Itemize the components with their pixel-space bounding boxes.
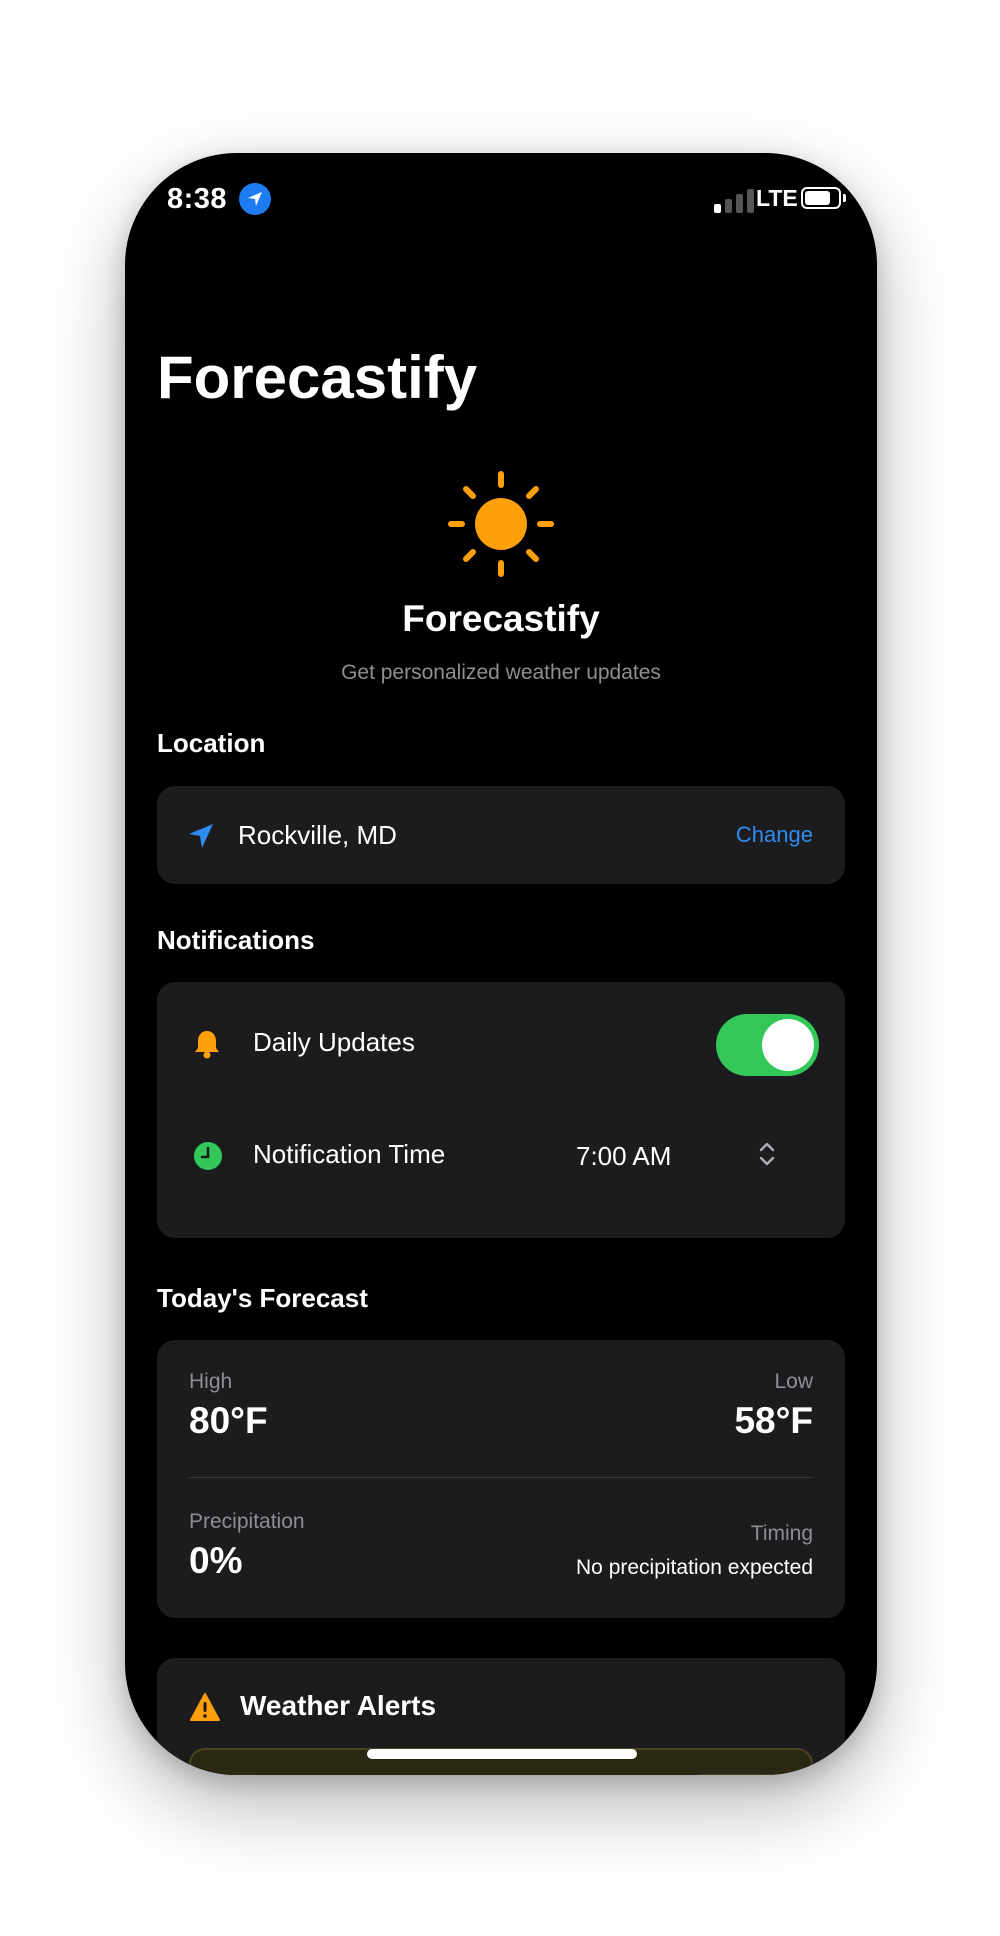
- daily-updates-label: Daily Updates: [253, 1027, 415, 1057]
- location-arrow-icon: [189, 824, 213, 848]
- change-location-button[interactable]: Change: [736, 822, 813, 848]
- notification-time-label: Notification Time: [253, 1139, 446, 1169]
- forecast-divider: [189, 1477, 813, 1478]
- precipitation-label: Precipitation: [189, 1510, 305, 1533]
- low-label: Low: [774, 1370, 813, 1393]
- network-type: LTE: [756, 185, 798, 211]
- warning-icon: [190, 1693, 220, 1721]
- notifications-header: Notifications: [157, 925, 315, 955]
- weather-alerts-title: Weather Alerts: [240, 1690, 437, 1721]
- forecast-header: Today's Forecast: [157, 1283, 368, 1313]
- battery-tip: [843, 194, 846, 202]
- location-card: Rockville, MD Change: [157, 786, 845, 884]
- daily-updates-toggle[interactable]: [716, 1014, 819, 1076]
- sun-icon: [448, 471, 554, 577]
- app-tagline: Get personalized weather updates: [341, 661, 661, 684]
- phone-screen: 8:38 LTE Forecastify Forecastify Get per…: [125, 153, 877, 1775]
- notifications-card: Daily Updates Notification Time 7:00 AM: [157, 982, 845, 1238]
- page-title: Forecastify: [157, 344, 478, 411]
- clock-icon: [194, 1142, 222, 1170]
- forecast-card: High 80°F Low 58°F Precipitation 0% Timi…: [157, 1340, 845, 1618]
- location-header: Location: [157, 728, 266, 758]
- precipitation-value: 0%: [189, 1540, 243, 1581]
- alert-badge: [691, 1774, 791, 1775]
- home-indicator[interactable]: [367, 1749, 637, 1759]
- app-name: Forecastify: [402, 598, 600, 639]
- low-value: 58°F: [734, 1400, 813, 1441]
- timing-label: Timing: [750, 1522, 813, 1545]
- battery-icon: [801, 187, 841, 209]
- location-services-icon: [239, 183, 271, 215]
- chevron-up-down-icon[interactable]: [757, 1139, 777, 1169]
- high-value: 80°F: [189, 1400, 268, 1441]
- location-city: Rockville, MD: [238, 820, 397, 850]
- high-label: High: [189, 1370, 233, 1393]
- status-time: 8:38: [167, 183, 228, 215]
- toggle-knob: [762, 1019, 814, 1071]
- bell-icon: [195, 1031, 219, 1059]
- notification-time-picker[interactable]: 7:00 AM: [576, 1141, 671, 1172]
- timing-value: No precipitation expected: [576, 1556, 813, 1579]
